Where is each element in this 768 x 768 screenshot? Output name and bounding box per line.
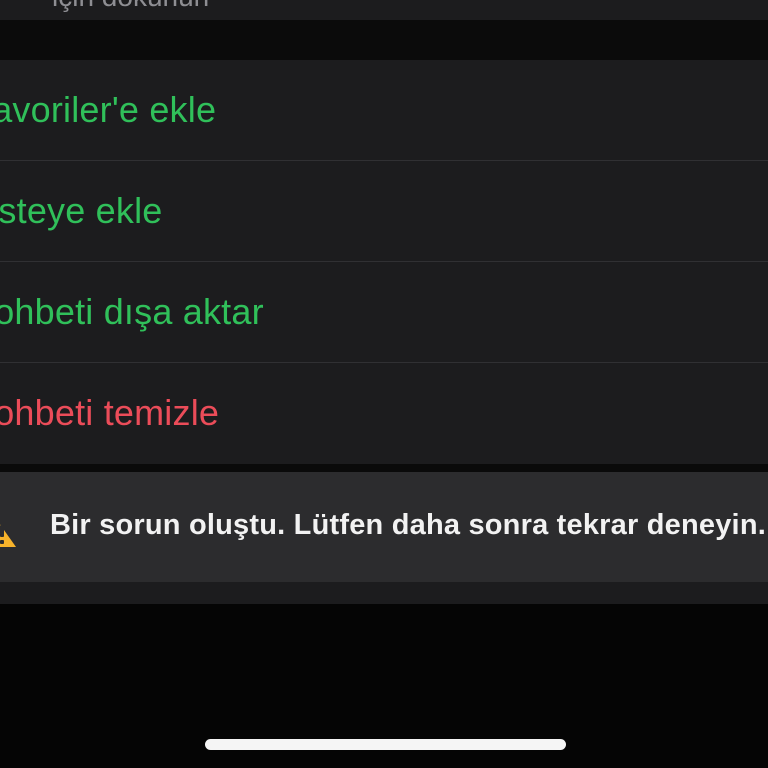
warning-triangle-icon [0, 524, 16, 547]
chat-info-screen: için dokunun Favoriler'e ekle Listeye ek… [0, 0, 768, 768]
add-to-list-button[interactable]: Listeye ekle [0, 160, 768, 261]
error-banner-footer [0, 582, 768, 604]
clear-chat-label: Sohbeti temizle [0, 392, 220, 433]
add-to-favorites-button[interactable]: Favoriler'e ekle [0, 60, 768, 160]
export-chat-button[interactable]: Sohbeti dışa aktar [0, 261, 768, 362]
section-gap [0, 20, 768, 60]
home-indicator[interactable] [205, 739, 566, 750]
actions-menu: Favoriler'e ekle Listeye ekle Sohbeti dı… [0, 60, 768, 464]
add-to-list-label: Listeye ekle [0, 190, 163, 231]
clear-chat-button[interactable]: Sohbeti temizle [0, 362, 768, 463]
add-to-favorites-label: Favoriler'e ekle [0, 89, 217, 130]
section-separator [0, 464, 768, 472]
top-cell-label: için dokunun [52, 0, 209, 13]
top-cell[interactable]: için dokunun [0, 0, 768, 20]
export-chat-label: Sohbeti dışa aktar [0, 291, 264, 332]
error-message: Bir sorun oluştu. Lütfen daha sonra tekr… [50, 509, 766, 541]
